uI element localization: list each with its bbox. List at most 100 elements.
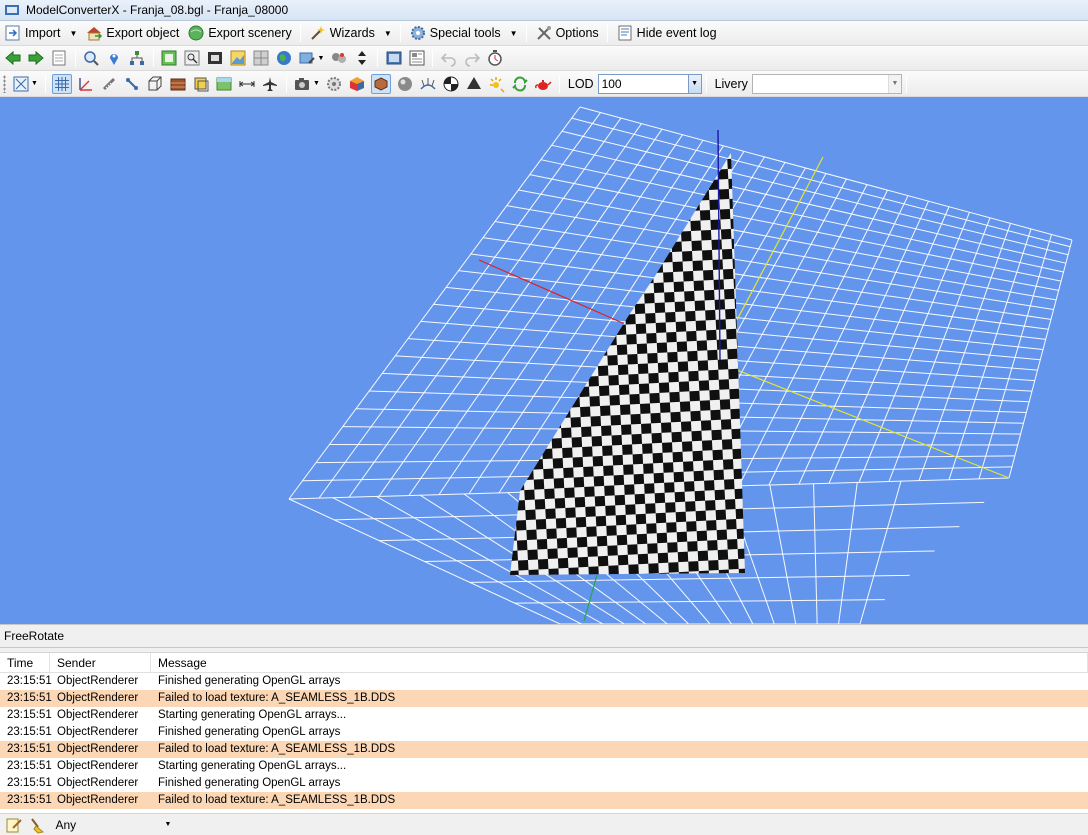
event-log-table[interactable]: Time Sender Message 23:15:51 ObjectRender… bbox=[0, 652, 1088, 813]
column-header-sender[interactable]: Sender bbox=[50, 653, 151, 672]
cell-time: 23:15:51 bbox=[7, 777, 52, 789]
solid-box-icon[interactable] bbox=[192, 75, 210, 93]
navigation-toolbar: ▼ bbox=[0, 46, 1088, 71]
molecule-icon[interactable] bbox=[330, 49, 348, 67]
options-label: Options bbox=[555, 26, 599, 40]
table-row[interactable]: 23:15:51 ObjectRenderer Finished generatin… bbox=[0, 775, 1088, 792]
material-cube-icon[interactable] bbox=[371, 73, 392, 94]
image-icon[interactable] bbox=[229, 49, 247, 67]
camera-icon[interactable] bbox=[293, 75, 311, 93]
livery-label: Livery bbox=[714, 76, 748, 91]
undo-icon[interactable] bbox=[440, 49, 458, 67]
render-toolbar: ▼ ▼ LOD 100 ▼ Livery ▼ bbox=[0, 71, 1088, 97]
chevron-down-icon[interactable]: ▼ bbox=[887, 74, 901, 93]
sphere-icon[interactable] bbox=[396, 75, 414, 93]
measure-icon[interactable] bbox=[100, 75, 118, 93]
hide-event-log-button[interactable]: Hide event log bbox=[612, 22, 721, 44]
edit-note-icon[interactable] bbox=[5, 816, 23, 834]
light-icon[interactable] bbox=[488, 75, 506, 93]
material-editor-icon[interactable] bbox=[160, 49, 178, 67]
log-filter-select[interactable]: Any ▼ bbox=[53, 815, 175, 835]
3d-viewport[interactable] bbox=[0, 97, 1088, 624]
cell-time: 23:15:51 bbox=[7, 794, 52, 806]
inspect-icon[interactable] bbox=[183, 49, 201, 67]
document-icon[interactable] bbox=[50, 49, 68, 67]
normals-icon[interactable] bbox=[419, 75, 437, 93]
table-row[interactable]: 23:15:51 ObjectRenderer Failed to load tex… bbox=[0, 690, 1088, 707]
cell-message: Finished generating OpenGL arrays bbox=[158, 777, 341, 789]
table-row[interactable]: 23:15:51 ObjectRenderer Finished generatin… bbox=[0, 724, 1088, 741]
status-bar: Any ▼ bbox=[0, 813, 1088, 835]
redo-icon[interactable] bbox=[463, 49, 481, 67]
special-tools-button[interactable]: Special tools ▼ bbox=[405, 22, 522, 44]
table-row[interactable]: 23:15:51 ObjectRenderer Failed to load tex… bbox=[0, 741, 1088, 758]
hierarchy-icon[interactable] bbox=[128, 49, 146, 67]
location-pin-icon[interactable] bbox=[105, 49, 123, 67]
import-button[interactable]: Import ▼ bbox=[0, 22, 81, 44]
chevron-down-icon[interactable]: ▼ bbox=[31, 80, 38, 87]
cell-sender: ObjectRenderer bbox=[57, 760, 139, 772]
color-cube-icon[interactable] bbox=[348, 75, 366, 93]
airplane-icon[interactable] bbox=[261, 75, 279, 93]
forward-arrow-icon[interactable] bbox=[27, 49, 45, 67]
house-icon bbox=[87, 27, 103, 41]
cell-message: Finished generating OpenGL arrays bbox=[158, 675, 341, 687]
cell-sender: ObjectRenderer bbox=[57, 777, 139, 789]
export-object-button[interactable]: Export object bbox=[81, 22, 183, 44]
chevron-down-icon[interactable]: ▼ bbox=[69, 29, 77, 38]
chevron-down-icon[interactable]: ▼ bbox=[687, 74, 701, 93]
separator bbox=[377, 49, 379, 67]
ground-plane-icon[interactable] bbox=[215, 75, 233, 93]
lod-select[interactable]: 100 ▼ bbox=[597, 73, 702, 94]
clear-broom-icon[interactable] bbox=[28, 816, 46, 834]
photo-edit-icon[interactable] bbox=[298, 49, 316, 67]
earth-icon[interactable] bbox=[275, 49, 293, 67]
scene-canvas[interactable] bbox=[0, 97, 1088, 624]
green-axis-line bbox=[583, 574, 598, 622]
wand-icon bbox=[310, 26, 325, 40]
teapot-icon[interactable] bbox=[534, 75, 552, 93]
chevron-down-icon[interactable]: ▼ bbox=[510, 29, 518, 38]
table-row[interactable]: 23:15:51 ObjectRenderer Failed to load tex… bbox=[0, 792, 1088, 809]
cell-time: 23:15:51 bbox=[7, 760, 52, 772]
table-row[interactable]: 23:15:51 ObjectRenderer Starting generatin… bbox=[0, 758, 1088, 775]
export-scenery-button[interactable]: Export scenery bbox=[183, 22, 295, 44]
cell-sender: ObjectRenderer bbox=[57, 709, 139, 721]
chevron-down-icon[interactable]: ▼ bbox=[162, 816, 175, 834]
back-arrow-icon[interactable] bbox=[4, 49, 22, 67]
wireframe-box-icon[interactable] bbox=[146, 75, 164, 93]
grid-line bbox=[888, 217, 991, 482]
wizards-button[interactable]: Wizards ▼ bbox=[305, 22, 396, 44]
report-icon[interactable] bbox=[408, 49, 426, 67]
cell-sender: ObjectRenderer bbox=[57, 675, 139, 687]
livery-select[interactable]: ▼ bbox=[751, 73, 902, 94]
settings-wheel-icon[interactable] bbox=[325, 75, 343, 93]
bones-icon[interactable] bbox=[123, 75, 141, 93]
chevron-down-icon[interactable]: ▼ bbox=[318, 55, 325, 62]
refresh-icon[interactable] bbox=[511, 75, 529, 93]
toolbar-grip[interactable] bbox=[3, 74, 6, 93]
dark-shape-icon[interactable] bbox=[465, 75, 483, 93]
options-button[interactable]: Options bbox=[531, 22, 603, 44]
compress-icon[interactable] bbox=[353, 49, 371, 67]
table-row[interactable]: 23:15:51 ObjectRenderer Finished generatin… bbox=[0, 673, 1088, 690]
screenshot-icon[interactable] bbox=[385, 49, 403, 67]
event-log-icon bbox=[618, 25, 632, 41]
chevron-down-icon[interactable]: ▼ bbox=[313, 80, 320, 87]
dimension-icon[interactable] bbox=[238, 75, 256, 93]
stopwatch-icon[interactable] bbox=[486, 49, 504, 67]
column-header-message[interactable]: Message bbox=[151, 653, 1088, 672]
cell-message: Starting generating OpenGL arrays... bbox=[158, 709, 347, 721]
chevron-down-icon[interactable]: ▼ bbox=[384, 29, 392, 38]
separator bbox=[705, 74, 707, 93]
checker-ball-icon[interactable] bbox=[442, 75, 460, 93]
film-icon[interactable] bbox=[206, 49, 224, 67]
grid-toggle-icon[interactable] bbox=[52, 73, 73, 94]
table-row[interactable]: 23:15:51 ObjectRenderer Starting generatin… bbox=[0, 707, 1088, 724]
column-header-time[interactable]: Time bbox=[0, 653, 50, 672]
fit-view-icon[interactable] bbox=[12, 75, 30, 93]
textured-box-icon[interactable] bbox=[169, 75, 187, 93]
zoom-icon[interactable] bbox=[82, 49, 100, 67]
axes-icon[interactable] bbox=[77, 75, 95, 93]
grid-texture-icon[interactable] bbox=[252, 49, 270, 67]
